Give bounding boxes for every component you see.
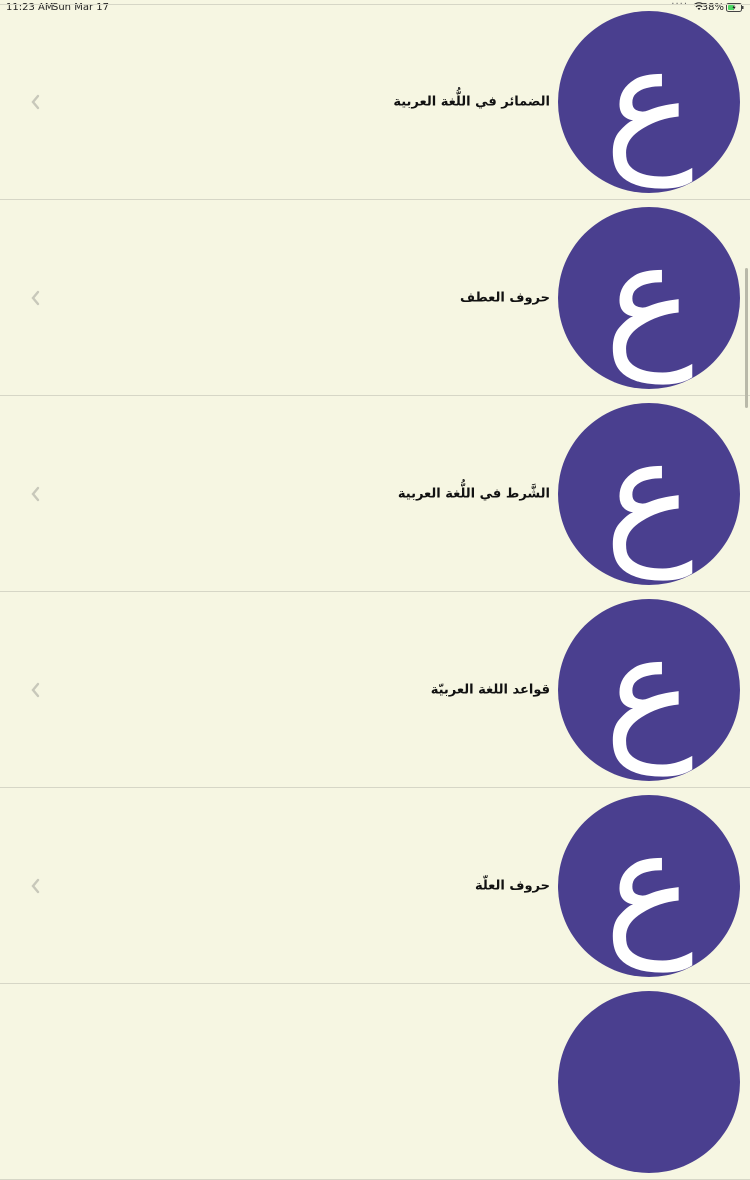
- ayn-logo-icon: ع: [558, 402, 740, 585]
- list-item-title: الشَّرط في اللُّغة العربية: [397, 486, 550, 501]
- list-item[interactable]: حروف العلّة ع: [0, 788, 750, 984]
- list-item[interactable]: قواعد اللغة العربيّة ع: [0, 592, 750, 788]
- chevron-left-icon: [28, 92, 44, 112]
- ayn-logo-icon: ع: [558, 794, 740, 977]
- chevron-left-icon: [28, 484, 44, 504]
- list-item-title: حروف العطف: [460, 290, 550, 305]
- chevron-left-icon: [28, 288, 44, 308]
- chevron-left-icon: [28, 876, 44, 896]
- svg-text:ع: ع: [604, 406, 694, 581]
- list-item-title: حروف العلّة: [474, 878, 550, 893]
- chevron-left-icon: [28, 680, 44, 700]
- svg-text:ع: ع: [604, 798, 694, 973]
- list-item[interactable]: الشَّرط في اللُّغة العربية ع: [0, 396, 750, 592]
- ayn-logo-icon: [558, 990, 740, 1173]
- list-item[interactable]: الضمائر في اللُّغة العربية ع: [0, 4, 750, 200]
- ayn-logo-icon: ع: [558, 598, 740, 781]
- svg-text:ع: ع: [604, 14, 694, 189]
- list-item-title: الضمائر في اللُّغة العربية: [393, 94, 550, 109]
- svg-text:ع: ع: [604, 210, 694, 385]
- ayn-logo-icon: ع: [558, 206, 740, 389]
- list-item-partial[interactable]: [0, 984, 750, 1180]
- list-item-title: قواعد اللغة العربيّة: [430, 682, 550, 697]
- ayn-logo-icon: ع: [558, 10, 740, 193]
- scroll-indicator[interactable]: [745, 268, 748, 408]
- lesson-list: الضمائر في اللُّغة العربية ع حروف العطف …: [0, 4, 750, 1180]
- list-item[interactable]: حروف العطف ع: [0, 200, 750, 396]
- svg-text:ع: ع: [604, 602, 694, 777]
